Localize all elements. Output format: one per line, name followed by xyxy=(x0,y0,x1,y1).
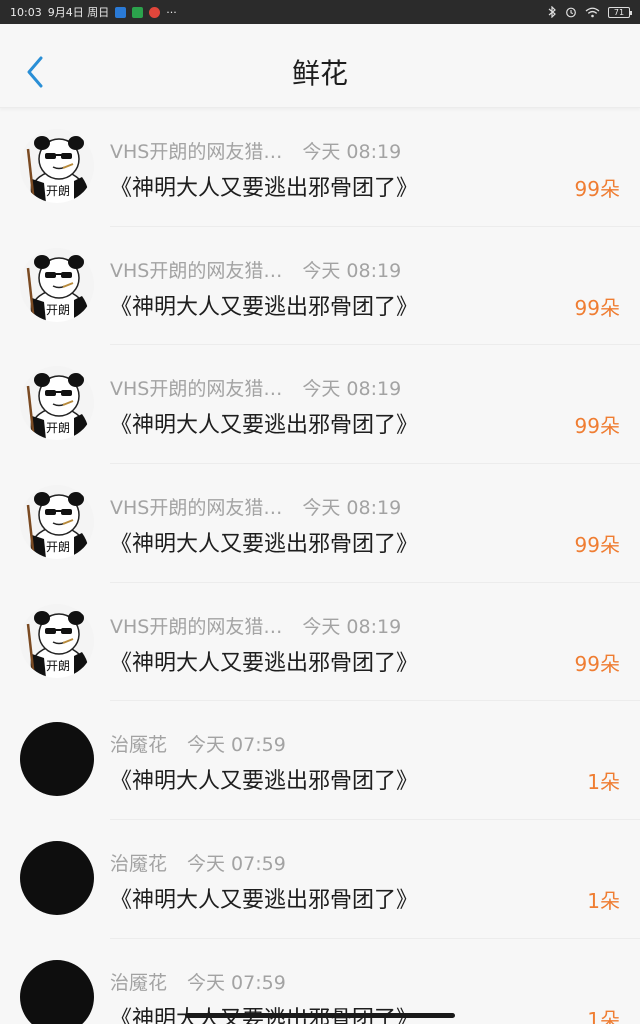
avatar[interactable]: 开朗 xyxy=(20,485,94,560)
book-title: 《神明大人又要逃出邪骨团了》 xyxy=(110,650,419,676)
sent-time: 今天 08:19 xyxy=(302,259,402,282)
sender-meta: VHS开朗的网友猎… 今天 08:19 xyxy=(110,137,401,164)
avatar-label: 开朗 xyxy=(46,421,70,435)
weibo-notification-icon xyxy=(149,6,161,18)
nav-bar: 鲜花 xyxy=(0,24,640,108)
flower-list: 开朗 VHS开朗的网友猎… 今天 08:19 《神明大人又要逃出邪骨团了》 99朵… xyxy=(0,108,640,1024)
sent-time: 今天 07:59 xyxy=(187,734,286,757)
panda-avatar-icon: 开朗 xyxy=(20,129,94,203)
flower-count: 99朵 xyxy=(574,414,620,439)
avatar-label: 开朗 xyxy=(46,540,70,554)
sent-time: 今天 08:19 xyxy=(302,615,402,638)
avatar-label: 开朗 xyxy=(46,659,70,673)
flower-count: 1朵 xyxy=(587,1007,620,1024)
wifi-icon xyxy=(585,7,600,18)
sender-name: 治魇花 xyxy=(110,853,168,876)
sent-time: 今天 08:19 xyxy=(302,497,402,520)
sender-name: VHS开朗的网友猎… xyxy=(110,141,283,163)
sender-name: VHS开朗的网友猎… xyxy=(110,259,283,282)
wechat-notification-icon xyxy=(132,6,144,18)
sender-name: 治魇花 xyxy=(110,971,168,994)
list-item[interactable]: 开朗 VHS开朗的网友猎… 今天 08:19 《神明大人又要逃出邪骨团了》 99朵 xyxy=(0,464,640,583)
battery-icon: 71 xyxy=(608,6,632,18)
sender-name: VHS开朗的网友猎… xyxy=(110,378,283,401)
avatar[interactable] xyxy=(20,841,94,916)
status-date: 9月4日 周日 xyxy=(47,6,110,19)
flower-count: 99朵 xyxy=(574,295,620,320)
list-item[interactable]: 开朗 VHS开朗的网友猎… 今天 08:19 《神明大人又要逃出邪骨团了》 99朵 xyxy=(0,227,640,346)
flower-count: 99朵 xyxy=(574,651,620,676)
sender-meta: 治魇花 今天 07:59 xyxy=(110,730,286,757)
sender-meta: 治魇花 今天 07:59 xyxy=(110,849,286,876)
flower-count: 99朵 xyxy=(574,533,620,558)
bluetooth-icon xyxy=(548,6,557,18)
sent-time: 今天 08:19 xyxy=(302,141,402,163)
flower-count: 99朵 xyxy=(574,177,620,201)
book-title: 《神明大人又要逃出邪骨团了》 xyxy=(110,769,419,795)
avatar-label: 开朗 xyxy=(46,184,70,198)
list-item[interactable]: 开朗 VHS开朗的网友猎… 今天 08:19 《神明大人又要逃出邪骨团了》 99朵 xyxy=(0,583,640,702)
more-notifications-icon: ··· xyxy=(166,5,177,19)
panda-avatar-icon: 开朗 xyxy=(20,485,94,560)
sender-meta: VHS开朗的网友猎… 今天 08:19 xyxy=(110,256,401,283)
flower-count: 1朵 xyxy=(587,770,620,795)
book-title: 《神明大人又要逃出邪骨团了》 xyxy=(110,888,419,914)
alarm-icon xyxy=(565,6,577,18)
book-title: 《神明大人又要逃出邪骨团了》 xyxy=(110,413,419,439)
sent-time: 今天 07:59 xyxy=(187,853,286,876)
sender-meta: VHS开朗的网友猎… 今天 08:19 xyxy=(110,493,401,520)
panda-avatar-icon: 开朗 xyxy=(20,247,94,322)
sender-name: VHS开朗的网友猎… xyxy=(110,615,283,638)
panda-avatar-icon: 开朗 xyxy=(20,366,94,441)
list-item[interactable]: 开朗 VHS开朗的网友猎… 今天 08:19 《神明大人又要逃出邪骨团了》 99朵 xyxy=(0,108,640,227)
book-title: 《神明大人又要逃出邪骨团了》 xyxy=(110,176,419,201)
sent-time: 今天 08:19 xyxy=(302,378,402,401)
book-title: 《神明大人又要逃出邪骨团了》 xyxy=(110,294,419,320)
status-bar: 10:03 9月4日 周日 ··· 71 xyxy=(0,0,640,24)
home-indicator[interactable] xyxy=(185,1013,455,1018)
avatar[interactable]: 开朗 xyxy=(20,247,94,322)
list-item[interactable]: 治魇花今天 07:59 《神明大人又要逃出邪骨团了》 1朵 xyxy=(0,701,640,821)
avatar-label: 开朗 xyxy=(46,303,70,317)
panda-avatar-icon: 开朗 xyxy=(20,603,94,678)
book-title: 《神明大人又要逃出邪骨团了》 xyxy=(110,532,419,558)
list-item[interactable]: 开朗 VHS开朗的网友猎… 今天 08:19 《神明大人又要逃出邪骨团了》 99朵 xyxy=(0,345,640,465)
avatar[interactable] xyxy=(20,722,94,797)
sender-name: 治魇花 xyxy=(110,734,168,757)
sent-time: 今天 07:59 xyxy=(187,971,286,994)
list-item[interactable]: 治魇花今天 07:59 《神明大人又要逃出邪骨团了》 1朵 xyxy=(0,820,640,939)
sender-meta: VHS开朗的网友猎… 今天 08:19 xyxy=(110,374,401,401)
app-notification-icon xyxy=(115,6,127,18)
flower-count: 1朵 xyxy=(587,889,620,914)
status-time: 10:03 xyxy=(10,5,42,19)
list-item[interactable]: 治魇花今天 07:59 《神明大人又要逃出邪骨团了》 1朵 xyxy=(0,939,640,1024)
status-right: 71 xyxy=(548,6,632,18)
page-title: 鲜花 xyxy=(291,57,348,90)
status-left: 10:03 9月4日 周日 ··· xyxy=(10,4,177,20)
avatar[interactable]: 开朗 xyxy=(20,129,94,203)
avatar[interactable]: 开朗 xyxy=(20,603,94,678)
avatar[interactable] xyxy=(20,959,94,1024)
sender-meta: VHS开朗的网友猎… 今天 08:19 xyxy=(110,612,401,639)
sender-name: VHS开朗的网友猎… xyxy=(110,497,283,520)
avatar[interactable]: 开朗 xyxy=(20,366,94,441)
sender-meta: 治魇花 今天 07:59 xyxy=(110,968,286,995)
